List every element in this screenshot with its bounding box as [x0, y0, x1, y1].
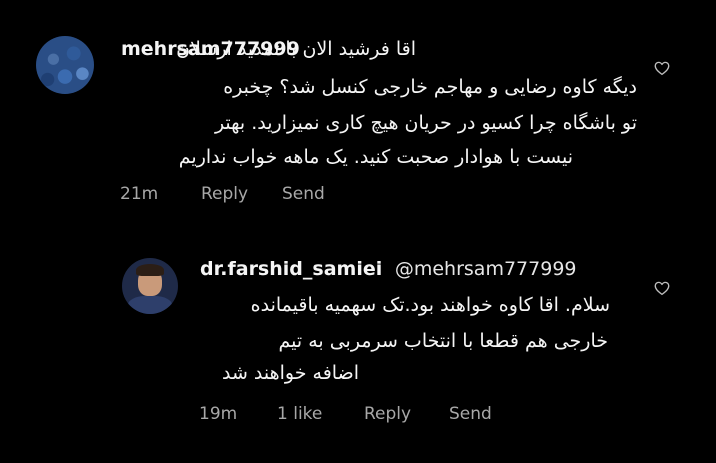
reply-header: dr.farshid_samiei @mehrsam777999 — [200, 258, 577, 280]
comment-time: 21m — [120, 184, 159, 204]
avatar-hair — [136, 264, 164, 276]
comment-text-line: تو باشگاه چرا کسیو در حریان هیچ کاری نمی… — [214, 112, 637, 134]
reply-button[interactable]: Reply — [364, 404, 411, 424]
send-button[interactable]: Send — [449, 404, 492, 424]
comment-text-line: اضافه خواهند شد — [221, 362, 359, 384]
reply-button[interactable]: Reply — [201, 184, 248, 204]
comment-text-line: خارجی هم قطعا با انتخاب سرمربی به تیم — [278, 330, 608, 352]
likes-count[interactable]: 1 like — [277, 404, 322, 424]
comment-time: 19m — [199, 404, 238, 424]
heart-outline-icon[interactable] — [653, 279, 671, 297]
comment-text-line: سلام. اقا کاوه خواهند بود.تک سهمیه باقیم… — [250, 294, 610, 316]
comment-text-line: دیگه کاوه رضایی و مهاجم خارجی کنسل شد؟ چ… — [223, 76, 637, 98]
avatar[interactable] — [36, 36, 94, 94]
send-button[interactable]: Send — [282, 184, 325, 204]
comment-meta: 19m 1 like Reply Send — [199, 404, 519, 426]
comment-text-line: اقا فرشید الان با تمدید ارسلان — [176, 38, 416, 60]
comment-meta: 21m Reply Send — [120, 184, 380, 206]
avatar-shirt — [128, 296, 172, 314]
heart-outline-icon[interactable] — [653, 59, 671, 77]
comment-username[interactable]: dr.farshid_samiei — [200, 258, 382, 280]
comment-text-line: نیست با هوادار صحبت کنید. یک ماهه خواب ن… — [178, 146, 573, 168]
mention-link[interactable]: @mehrsam777999 — [395, 258, 577, 280]
avatar[interactable] — [122, 258, 178, 314]
